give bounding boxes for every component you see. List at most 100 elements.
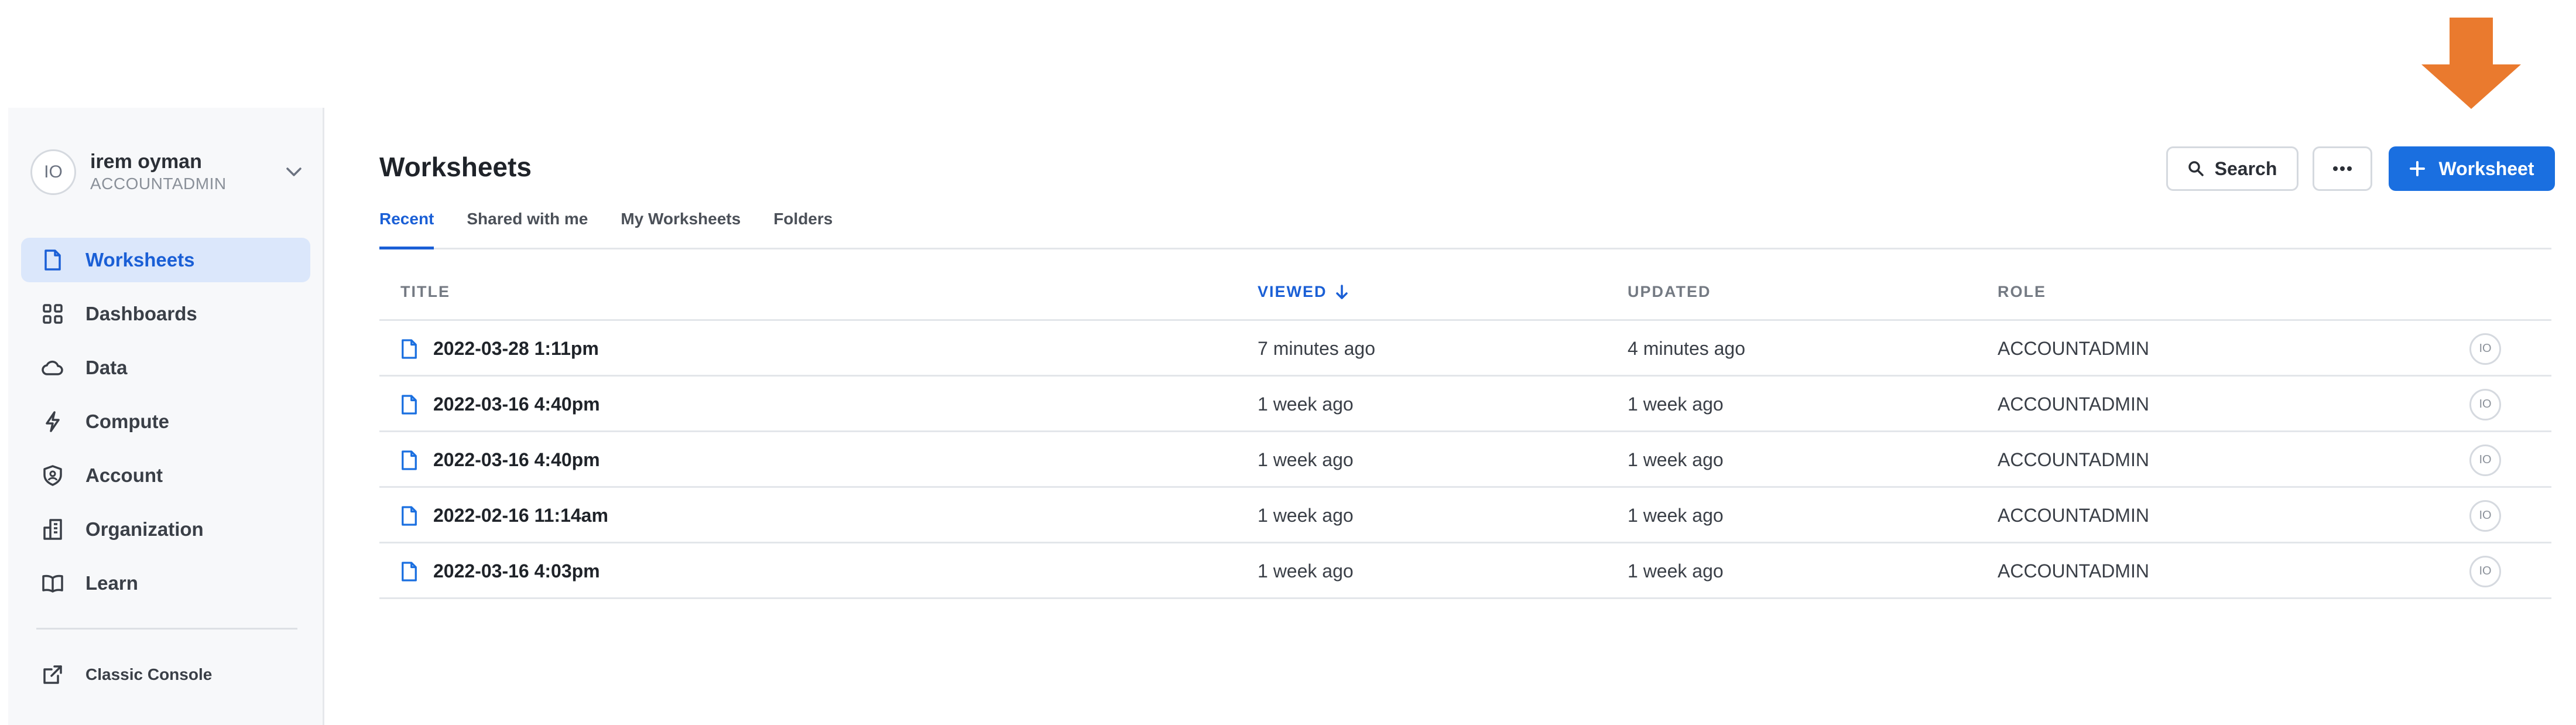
external-link-icon: [41, 663, 64, 686]
role-cell: ACCOUNTADMIN: [1998, 560, 2149, 582]
viewed-cell: 1 week ago: [1258, 394, 1354, 415]
sidebar-item-label: Worksheets: [85, 249, 195, 271]
file-icon: [400, 505, 418, 526]
plus-icon: [2409, 160, 2426, 177]
worksheet-title[interactable]: 2022-02-16 11:14am: [433, 505, 608, 526]
sidebar: IO irem oyman ACCOUNTADMIN Worksheets Da…: [8, 108, 324, 725]
file-icon: [400, 338, 418, 360]
arrow-down-icon: [1335, 284, 1348, 300]
file-icon: [400, 450, 418, 471]
sidebar-item-label: Data: [85, 357, 128, 378]
role-cell: ACCOUNTADMIN: [1998, 338, 2149, 359]
worksheet-title[interactable]: 2022-03-16 4:03pm: [433, 560, 600, 582]
updated-cell: 1 week ago: [1628, 394, 1724, 415]
tab-recent[interactable]: Recent: [379, 206, 434, 249]
worksheets-table: TITLE VIEWED UPDATED ROLE 2022-03-28 1:1…: [379, 265, 2551, 599]
cloud-icon: [41, 356, 64, 379]
viewed-cell: 7 minutes ago: [1258, 338, 1376, 359]
avatar: IO: [2469, 555, 2501, 587]
owner-cell: IO: [2469, 321, 2501, 377]
sidebar-item-compute[interactable]: Compute: [21, 399, 310, 444]
viewed-cell: 1 week ago: [1258, 560, 1354, 582]
grid-icon: [41, 302, 64, 326]
bolt-icon: [41, 410, 64, 433]
user-name: irem oyman: [90, 151, 202, 173]
file-icon: [400, 561, 418, 582]
role-cell: ACCOUNTADMIN: [1998, 394, 2149, 415]
sidebar-item-dashboards[interactable]: Dashboards: [21, 292, 310, 336]
user-menu[interactable]: IO irem oyman ACCOUNTADMIN: [30, 139, 306, 205]
worksheet-title[interactable]: 2022-03-16 4:40pm: [433, 449, 600, 471]
chevron-down-icon[interactable]: [282, 160, 306, 184]
more-horizontal-icon: [2332, 166, 2352, 172]
column-header-viewed[interactable]: VIEWED: [1258, 283, 1348, 301]
role-cell: ACCOUNTADMIN: [1998, 449, 2149, 470]
updated-cell: 1 week ago: [1628, 560, 1724, 582]
new-worksheet-label: Worksheet: [2438, 158, 2534, 179]
sidebar-item-data[interactable]: Data: [21, 346, 310, 390]
sidebar-divider: [36, 628, 297, 630]
book-icon: [41, 572, 64, 595]
search-icon: [2188, 160, 2204, 177]
avatar: IO: [2469, 444, 2501, 476]
updated-cell: 1 week ago: [1628, 449, 1724, 470]
owner-cell: IO: [2469, 488, 2501, 543]
file-icon: [41, 248, 64, 272]
new-worksheet-button[interactable]: Worksheet: [2389, 146, 2555, 191]
owner-cell: IO: [2469, 377, 2501, 432]
avatar: IO: [2469, 388, 2501, 420]
table-row[interactable]: 2022-03-16 4:40pm 1 week ago 1 week ago …: [379, 432, 2551, 488]
avatar: IO: [2469, 500, 2501, 532]
column-header-viewed-label: VIEWED: [1258, 283, 1327, 300]
page-title: Worksheets: [379, 152, 532, 182]
avatar: IO: [2469, 333, 2501, 365]
sidebar-item-worksheets[interactable]: Worksheets: [21, 238, 310, 282]
column-header-title[interactable]: TITLE: [400, 283, 450, 301]
table-header: TITLE VIEWED UPDATED ROLE: [379, 265, 2551, 321]
building-icon: [41, 518, 64, 541]
column-header-updated[interactable]: UPDATED: [1628, 283, 1711, 301]
sidebar-item-label: Organization: [85, 518, 204, 540]
table-row[interactable]: 2022-02-16 11:14am 1 week ago 1 week ago…: [379, 488, 2551, 543]
shield-icon: [41, 464, 64, 487]
table-row[interactable]: 2022-03-28 1:11pm 7 minutes ago 4 minute…: [379, 321, 2551, 377]
owner-cell: IO: [2469, 432, 2501, 488]
table-row[interactable]: 2022-03-16 4:40pm 1 week ago 1 week ago …: [379, 377, 2551, 432]
sidebar-nav: Worksheets Dashboards Data Compute Accou…: [21, 238, 310, 615]
worksheet-title-cell: 2022-03-28 1:11pm: [400, 321, 599, 377]
sidebar-item-learn[interactable]: Learn: [21, 561, 310, 606]
worksheet-title-cell: 2022-03-16 4:40pm: [400, 377, 600, 432]
annotation-arrow-icon: [2421, 18, 2521, 109]
tab-shared-with-me[interactable]: Shared with me: [467, 206, 588, 249]
tab-folders[interactable]: Folders: [773, 206, 833, 249]
worksheet-title-cell: 2022-02-16 11:14am: [400, 488, 608, 543]
worksheet-title[interactable]: 2022-03-28 1:11pm: [433, 338, 599, 360]
table-row[interactable]: 2022-03-16 4:03pm 1 week ago 1 week ago …: [379, 543, 2551, 599]
worksheet-title-cell: 2022-03-16 4:40pm: [400, 432, 600, 488]
updated-cell: 4 minutes ago: [1628, 338, 1746, 359]
sidebar-item-label: Compute: [85, 411, 169, 432]
sidebar-item-account[interactable]: Account: [21, 453, 310, 498]
column-header-role[interactable]: ROLE: [1998, 283, 2046, 301]
worksheet-title-cell: 2022-03-16 4:03pm: [400, 543, 600, 599]
role-cell: ACCOUNTADMIN: [1998, 505, 2149, 526]
classic-console-label: Classic Console: [85, 665, 213, 683]
classic-console-link[interactable]: Classic Console: [41, 663, 212, 686]
sidebar-item-label: Account: [85, 464, 163, 486]
user-role: ACCOUNTADMIN: [90, 175, 227, 193]
tab-my-worksheets[interactable]: My Worksheets: [621, 206, 741, 249]
viewed-cell: 1 week ago: [1258, 449, 1354, 470]
worksheet-title[interactable]: 2022-03-16 4:40pm: [433, 394, 600, 415]
owner-cell: IO: [2469, 543, 2501, 599]
avatar: IO: [30, 149, 76, 195]
sidebar-item-organization[interactable]: Organization: [21, 507, 310, 552]
sidebar-item-label: Dashboards: [85, 303, 197, 324]
viewed-cell: 1 week ago: [1258, 505, 1354, 526]
more-options-button[interactable]: [2313, 146, 2372, 191]
file-icon: [400, 394, 418, 415]
worksheet-tabs: Recent Shared with me My Worksheets Fold…: [379, 206, 2551, 249]
search-button-label: Search: [2214, 158, 2277, 179]
updated-cell: 1 week ago: [1628, 505, 1724, 526]
search-button[interactable]: Search: [2166, 146, 2298, 191]
sidebar-item-label: Learn: [85, 572, 138, 594]
